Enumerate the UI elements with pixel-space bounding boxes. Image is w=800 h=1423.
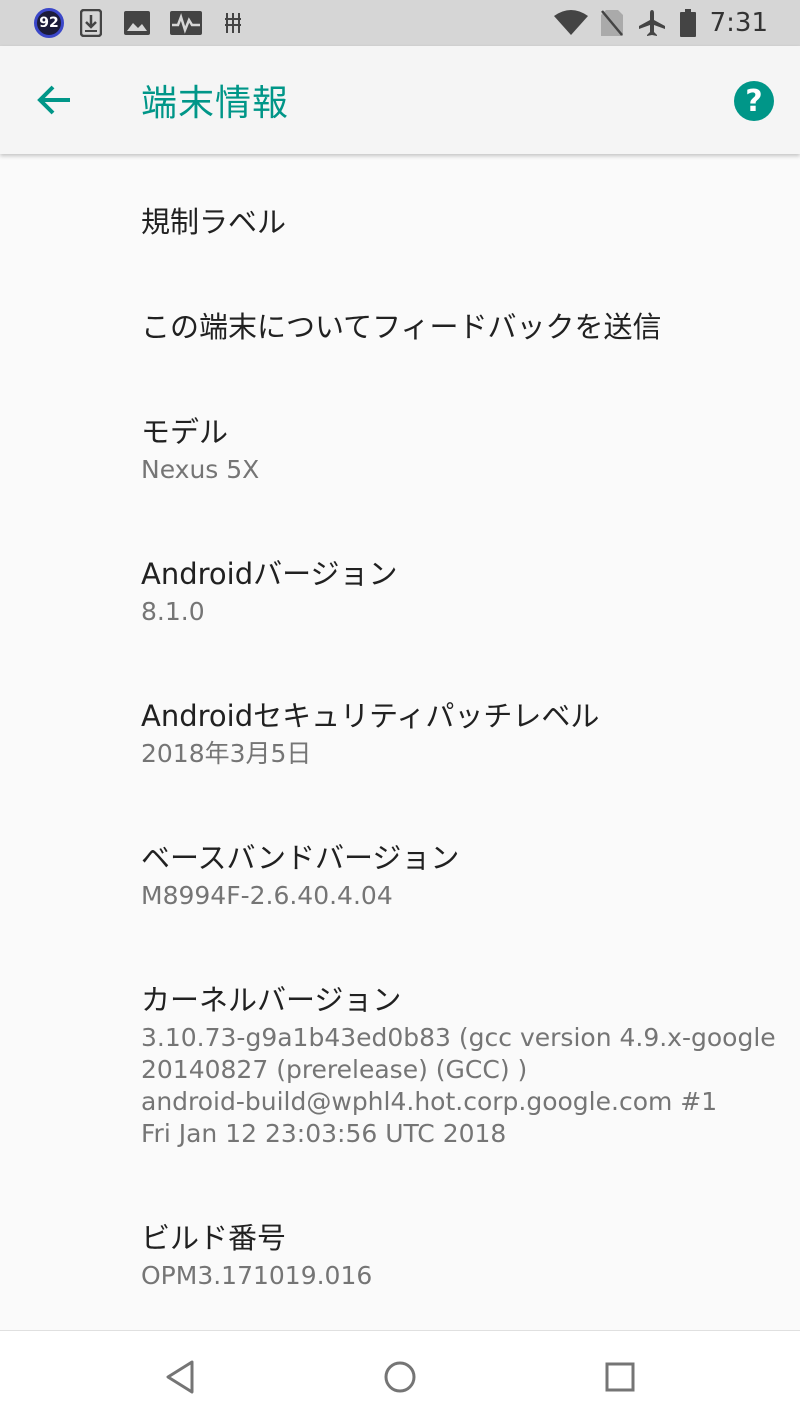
wifi-icon [553,10,588,36]
back-button[interactable] [30,76,78,124]
page-title: 端末情報 [141,83,290,124]
item-summary-line: Fri Jan 12 23:03:56 UTC 2018 [141,1119,507,1148]
airplane-icon [638,9,666,37]
activity-icon [170,11,202,35]
list-item-send-feedback[interactable]: この端末についてフィードバックを送信 [141,307,781,347]
list-item-baseband-version[interactable]: ベースバンドバージョン M8994F-2.6.40.4.04 [141,838,781,912]
item-title: ビルド番号 [141,1221,287,1255]
status-time: 7:31 [709,8,768,38]
download-icon [80,9,102,37]
item-summary: 2018年3月5日 [141,739,312,768]
nav-home-icon [384,1361,416,1393]
item-summary: M8994F-2.6.40.4.04 [141,881,393,910]
app-bar: 端末情報 ? [0,46,800,154]
notification-badge: 92 [34,8,64,38]
item-title: 規制ラベル [141,205,287,239]
item-title: この端末についてフィードバックを送信 [141,310,662,344]
battery-icon [679,9,696,37]
nav-back-button[interactable] [160,1357,200,1397]
item-summary-line: 3.10.73-g9a1b43ed0b83 (gcc version 4.9.x… [141,1023,776,1052]
list-item-regulatory-labels[interactable]: 規制ラベル [141,202,781,242]
item-summary-line: 20140827 (prerelease) (GCC) ) [141,1055,528,1084]
item-title: Androidバージョン [141,557,398,591]
no-sim-icon [600,9,624,37]
item-title: カーネルバージョン [141,983,402,1017]
item-summary: Nexus 5X [141,455,260,484]
nav-back-icon [166,1360,194,1394]
list-item-kernel-version[interactable]: カーネルバージョン 3.10.73-g9a1b43ed0b83 (gcc ver… [141,980,781,1150]
item-summary: OPM3.171019.016 [141,1261,373,1290]
help-button[interactable]: ? [734,81,774,121]
item-summary: 8.1.0 [141,597,205,626]
item-title: Androidセキュリティパッチレベル [141,699,600,733]
list-item-security-patch-level[interactable]: Androidセキュリティパッチレベル 2018年3月5日 [141,696,781,770]
nav-recents-icon [605,1362,635,1392]
image-icon [124,11,150,35]
usb-debug-icon [224,11,242,35]
nav-home-button[interactable] [380,1357,420,1397]
item-title: ベースバンドバージョン [141,841,460,875]
back-arrow-icon [37,85,70,115]
nav-recents-button[interactable] [600,1357,640,1397]
help-icon: ? [745,83,763,119]
list-item-android-version[interactable]: Androidバージョン 8.1.0 [141,554,781,628]
navigation-bar [0,1330,800,1423]
status-bar: 92 7:31 [0,0,800,46]
list-item-build-number[interactable]: ビルド番号 OPM3.171019.016 [141,1218,781,1292]
item-title: モデル [141,415,229,449]
list-item-model[interactable]: モデル Nexus 5X [141,412,781,486]
item-summary-line: android-build@wphl4.hot.corp.google.com … [141,1087,718,1116]
